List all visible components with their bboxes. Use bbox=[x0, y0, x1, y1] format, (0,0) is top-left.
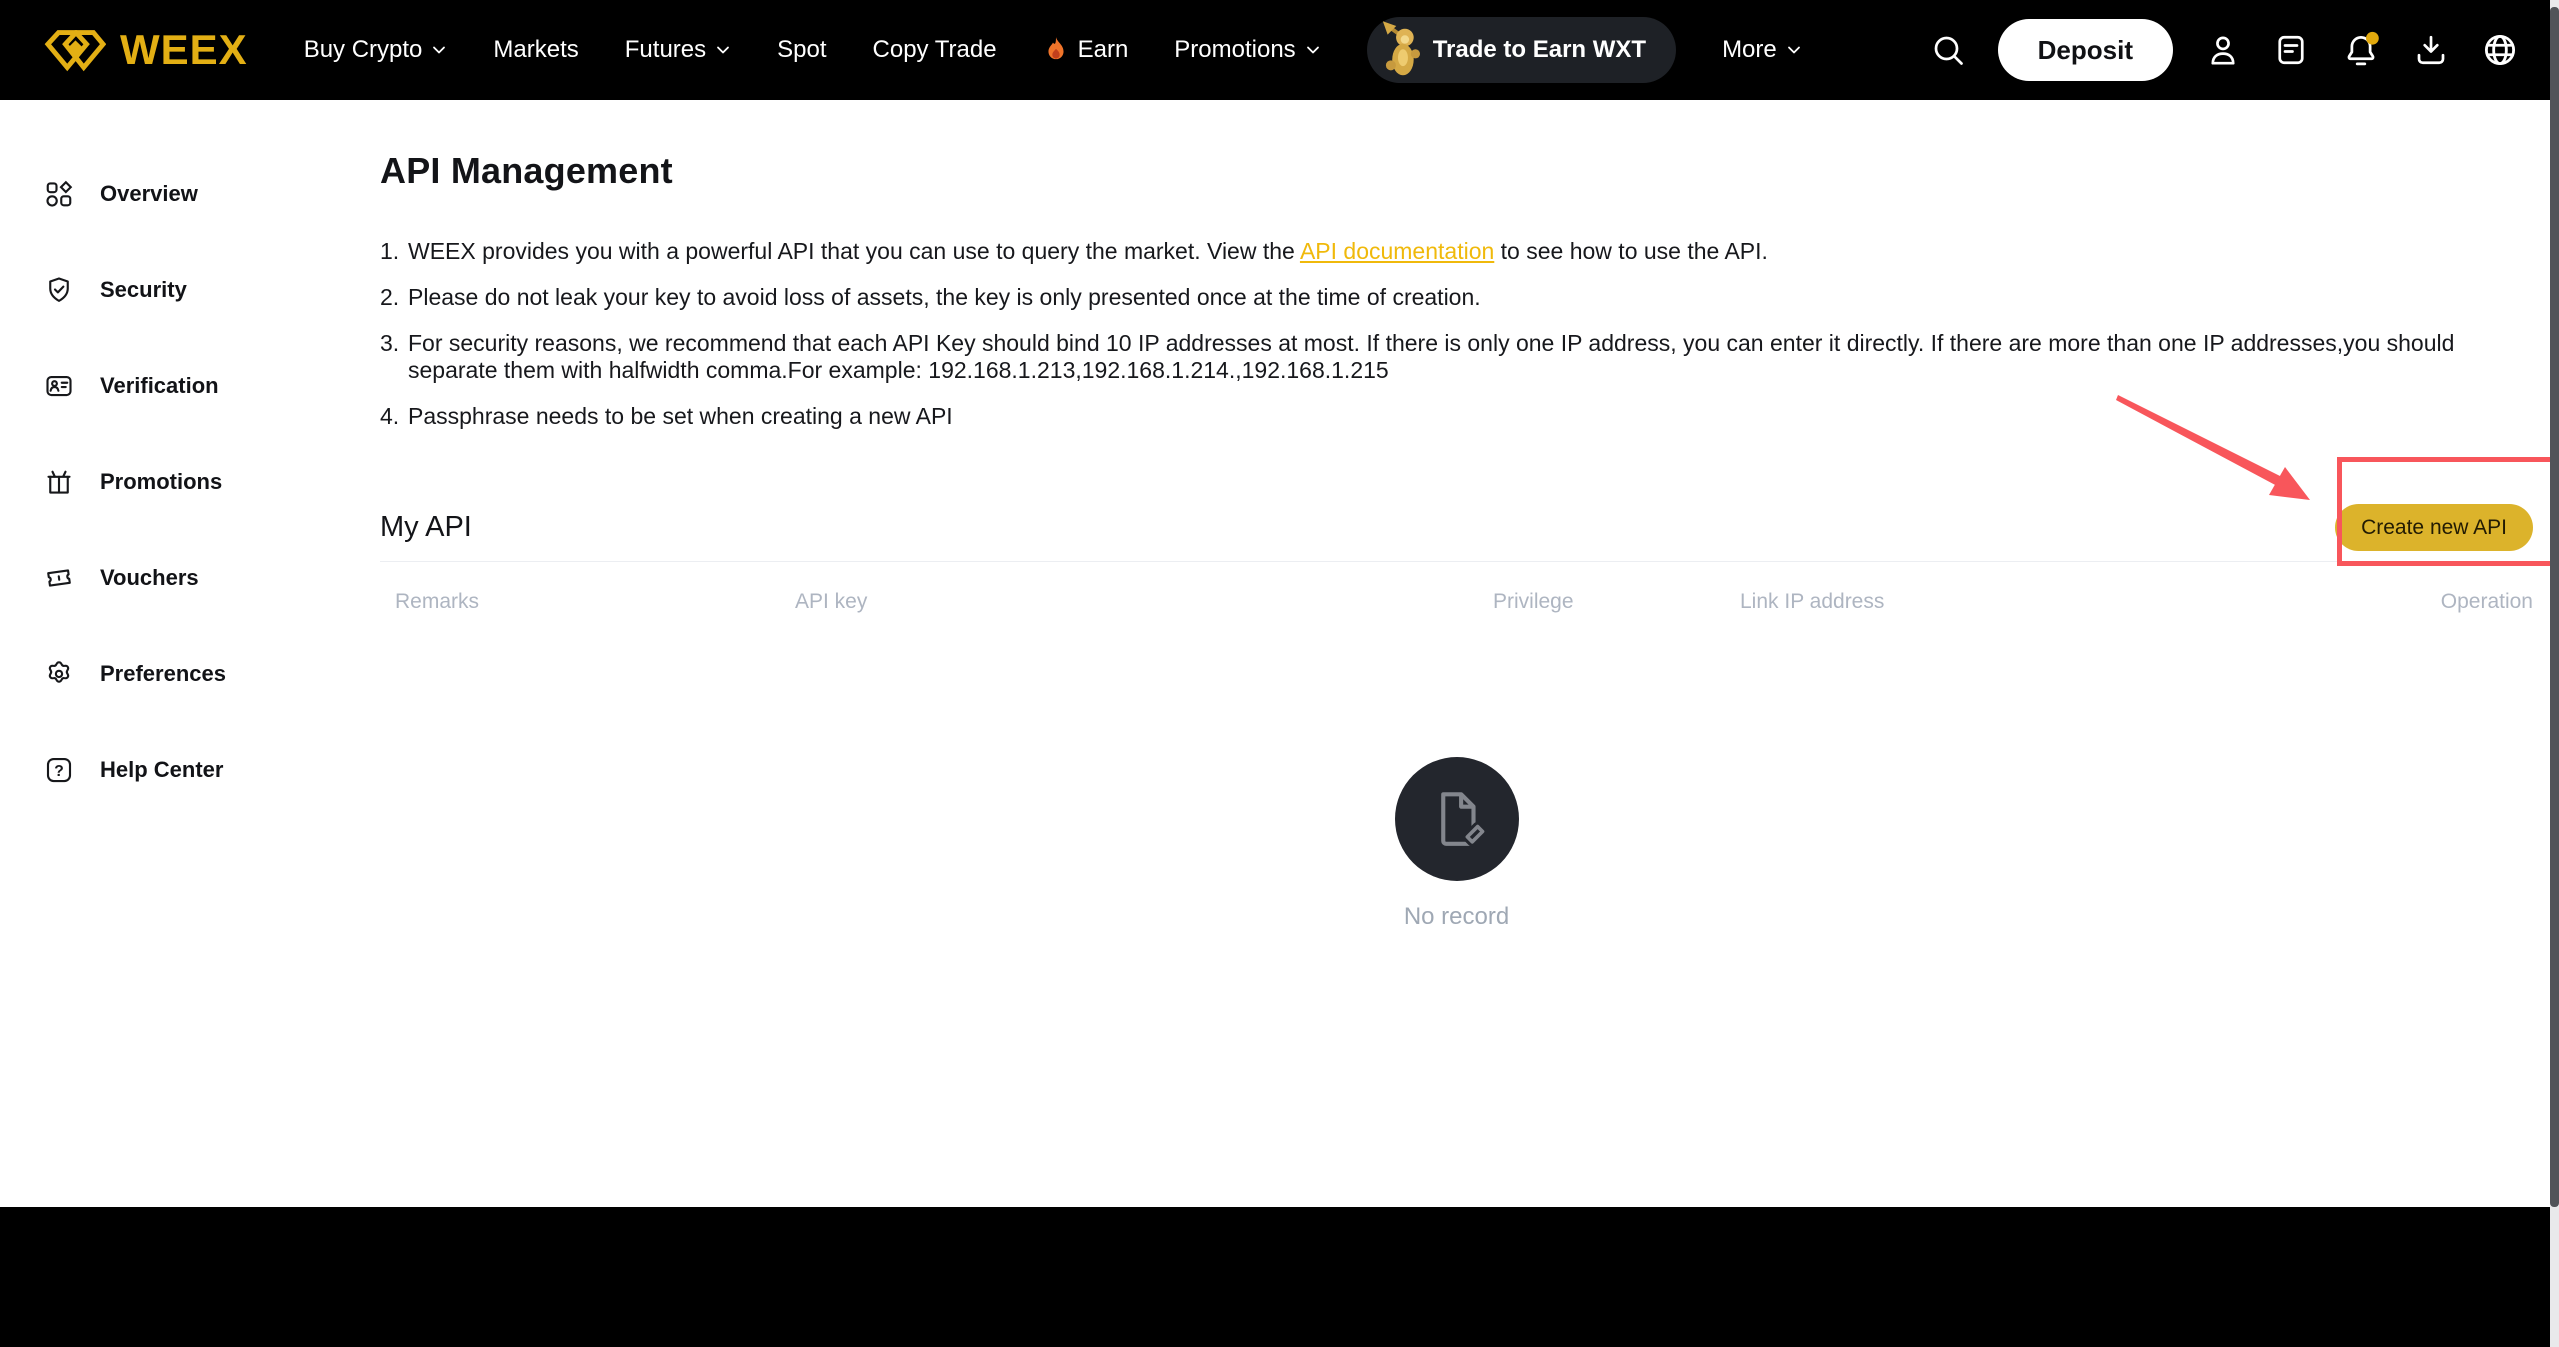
sidebar-item-label: Help Center bbox=[100, 757, 223, 783]
brand-name: WEEX bbox=[120, 26, 248, 74]
account-sidebar: Overview Security Verification bbox=[0, 100, 336, 1207]
sidebar-item-verification[interactable]: Verification bbox=[44, 338, 336, 434]
notification-badge bbox=[2366, 32, 2379, 45]
nav-futures-label: Futures bbox=[625, 36, 706, 64]
sidebar-item-label: Preferences bbox=[100, 661, 226, 687]
api-management-panel: API Management 1. WEEX provides you with… bbox=[336, 100, 2559, 1207]
deposit-button[interactable]: Deposit bbox=[1998, 19, 2173, 81]
chevron-down-icon bbox=[1786, 42, 1802, 58]
note-item: 1. WEEX provides you with a powerful API… bbox=[380, 238, 2533, 265]
note-text: For security reasons, we recommend that … bbox=[408, 330, 2533, 384]
nav-links: Buy Crypto Markets Futures Spot Copy Tra… bbox=[304, 17, 1802, 83]
column-api-key: API key bbox=[795, 590, 867, 614]
nav-markets-label: Markets bbox=[493, 36, 578, 64]
sidebar-item-label: Promotions bbox=[100, 469, 222, 495]
note-number: 2. bbox=[380, 284, 408, 311]
svg-text:?: ? bbox=[54, 763, 64, 780]
api-notes: 1. WEEX provides you with a powerful API… bbox=[380, 238, 2533, 430]
page: WEEX Buy Crypto Markets Futures Spot Cop… bbox=[0, 0, 2559, 1347]
weex-diamond-icon bbox=[44, 27, 106, 73]
scrollbar-track[interactable] bbox=[2550, 0, 2559, 1347]
note-text: Please do not leak your key to avoid los… bbox=[408, 284, 1481, 311]
nav-earn[interactable]: Earn bbox=[1043, 36, 1129, 64]
language-globe-icon[interactable] bbox=[2481, 31, 2519, 69]
sidebar-item-preferences[interactable]: Preferences bbox=[44, 626, 336, 722]
sidebar-item-security[interactable]: Security bbox=[44, 242, 336, 338]
top-navbar: WEEX Buy Crypto Markets Futures Spot Cop… bbox=[0, 0, 2559, 100]
gear-icon bbox=[44, 659, 74, 689]
nav-copy-trade-label: Copy Trade bbox=[873, 36, 997, 64]
overview-grid-icon bbox=[44, 179, 74, 209]
trade-to-earn-label: Trade to Earn WXT bbox=[1433, 36, 1646, 64]
sidebar-item-label: Security bbox=[100, 277, 187, 303]
notifications-bell-icon[interactable] bbox=[2341, 31, 2381, 69]
column-remarks: Remarks bbox=[395, 590, 479, 614]
create-new-api-button[interactable]: Create new API bbox=[2335, 504, 2533, 551]
sidebar-item-vouchers[interactable]: Vouchers bbox=[44, 530, 336, 626]
sidebar-item-promotions[interactable]: Promotions bbox=[44, 434, 336, 530]
nav-right-group: Deposit bbox=[1930, 19, 2519, 81]
chevron-down-icon bbox=[715, 42, 731, 58]
my-api-header-row: My API Create new API bbox=[380, 502, 2533, 554]
note-text: Passphrase needs to be set when creating… bbox=[408, 403, 953, 430]
document-edit-icon bbox=[1424, 786, 1490, 852]
nav-futures[interactable]: Futures bbox=[625, 36, 731, 64]
note-text-before: WEEX provides you with a powerful API th… bbox=[408, 238, 1300, 264]
note-number: 3. bbox=[380, 330, 408, 384]
nav-more[interactable]: More bbox=[1722, 36, 1802, 64]
weex-logo[interactable]: WEEX bbox=[44, 26, 248, 74]
column-operation: Operation bbox=[2441, 590, 2533, 614]
page-title: API Management bbox=[380, 150, 2533, 192]
column-privilege: Privilege bbox=[1493, 590, 1574, 614]
note-number: 1. bbox=[380, 238, 408, 265]
scrollbar-thumb[interactable] bbox=[2550, 7, 2559, 1207]
chevron-down-icon bbox=[431, 42, 447, 58]
api-documentation-link[interactable]: API documentation bbox=[1300, 238, 1494, 264]
download-app-icon[interactable] bbox=[2413, 32, 2449, 68]
note-text-after: to see how to use the API. bbox=[1494, 238, 1768, 264]
nav-spot[interactable]: Spot bbox=[777, 36, 826, 64]
nav-promotions-label: Promotions bbox=[1174, 36, 1295, 64]
nav-buy-crypto[interactable]: Buy Crypto bbox=[304, 36, 448, 64]
empty-state-text: No record bbox=[1404, 903, 1509, 931]
sidebar-item-label: Vouchers bbox=[100, 565, 199, 591]
mascot-icon bbox=[1379, 19, 1425, 81]
id-card-icon bbox=[44, 371, 74, 401]
note-item: 4. Passphrase needs to be set when creat… bbox=[380, 403, 2533, 430]
my-api-title: My API bbox=[380, 511, 472, 544]
nav-buy-crypto-label: Buy Crypto bbox=[304, 36, 423, 64]
column-link-ip-address: Link IP address bbox=[1740, 590, 1884, 614]
note-number: 4. bbox=[380, 403, 408, 430]
sidebar-item-overview[interactable]: Overview bbox=[44, 146, 336, 242]
question-icon: ? bbox=[44, 755, 74, 785]
trade-to-earn-pill[interactable]: Trade to Earn WXT bbox=[1367, 17, 1676, 83]
section-divider bbox=[380, 561, 2533, 562]
nav-markets[interactable]: Markets bbox=[493, 36, 578, 64]
sidebar-item-label: Overview bbox=[100, 181, 198, 207]
nav-promotions[interactable]: Promotions bbox=[1174, 36, 1320, 64]
sidebar-item-label: Verification bbox=[100, 373, 219, 399]
note-item: 2. Please do not leak your key to avoid … bbox=[380, 284, 2533, 311]
content-layout: Overview Security Verification bbox=[0, 100, 2559, 1207]
note-text: WEEX provides you with a powerful API th… bbox=[408, 238, 1768, 265]
nav-spot-label: Spot bbox=[777, 36, 826, 64]
shield-check-icon bbox=[44, 275, 74, 305]
nav-copy-trade[interactable]: Copy Trade bbox=[873, 36, 997, 64]
ticket-icon bbox=[42, 561, 76, 595]
footer bbox=[0, 1207, 2559, 1347]
gift-icon bbox=[44, 467, 74, 497]
empty-state-circle bbox=[1395, 757, 1519, 881]
sidebar-item-help-center[interactable]: ? Help Center bbox=[44, 722, 336, 818]
flame-icon bbox=[1043, 36, 1069, 64]
api-table-header: Remarks API key Privilege Link IP addres… bbox=[380, 590, 2533, 618]
orders-icon[interactable] bbox=[2273, 32, 2309, 68]
search-icon[interactable] bbox=[1930, 32, 1966, 68]
nav-earn-label: Earn bbox=[1078, 36, 1129, 64]
nav-more-label: More bbox=[1722, 36, 1777, 64]
chevron-down-icon bbox=[1305, 42, 1321, 58]
empty-state: No record bbox=[380, 757, 2533, 931]
note-item: 3. For security reasons, we recommend th… bbox=[380, 330, 2533, 384]
account-icon[interactable] bbox=[2205, 32, 2241, 68]
